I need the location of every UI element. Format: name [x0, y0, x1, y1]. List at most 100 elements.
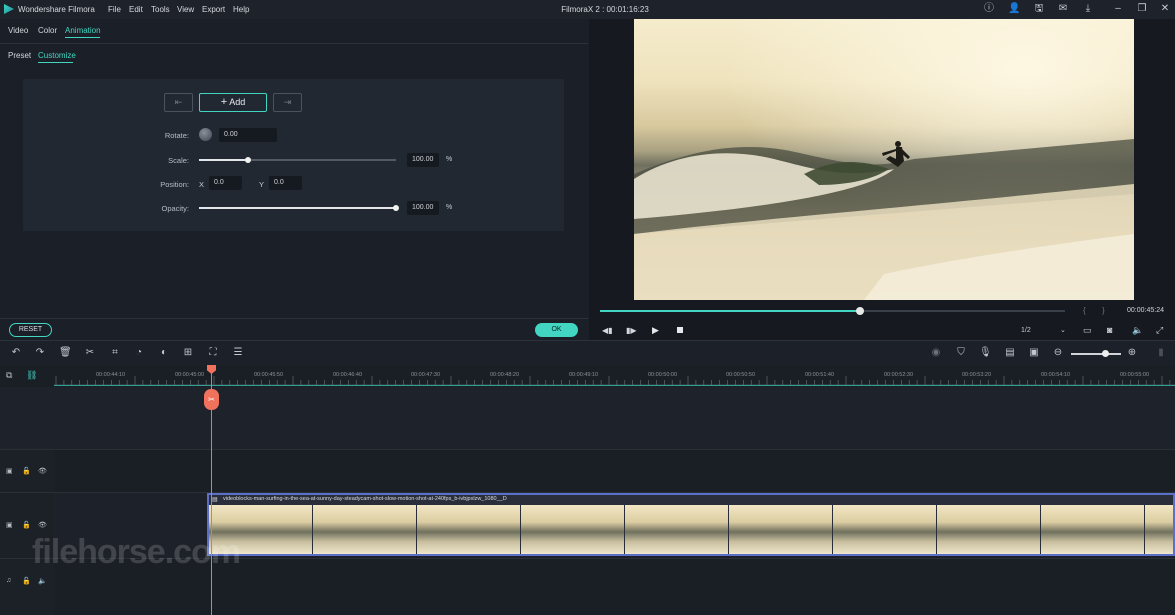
- fit-icon[interactable]: ⛶: [207, 347, 219, 359]
- link-icon[interactable]: ⛓: [26, 370, 37, 381]
- save-icon[interactable]: 🖫: [1033, 3, 1045, 15]
- subtab-customize[interactable]: Customize: [38, 51, 76, 60]
- speed-icon[interactable]: ◔: [133, 347, 145, 359]
- snapshot-icon[interactable]: ◙: [1107, 325, 1112, 335]
- fullscreen-icon[interactable]: ⤢: [1156, 325, 1163, 336]
- title-bar: Wondershare Filmora File Edit Tools View…: [0, 0, 1175, 19]
- render-icon[interactable]: ◉: [930, 347, 942, 359]
- menu-edit[interactable]: Edit: [129, 5, 143, 14]
- close-icon[interactable]: ✕: [1159, 3, 1171, 15]
- panel-toggle-icon[interactable]: ▮: [1155, 347, 1167, 359]
- ruler-label: 00:00:44:10: [96, 372, 126, 378]
- clip-thumbnail: [313, 505, 416, 554]
- menu-tools[interactable]: Tools: [151, 5, 170, 14]
- speaker-icon[interactable]: 🔈: [38, 577, 47, 585]
- subtab-preset[interactable]: Preset: [8, 51, 31, 60]
- app-name: Wondershare Filmora: [18, 5, 95, 14]
- voiceover-icon[interactable]: ▤: [1004, 347, 1016, 359]
- scale-slider-knob[interactable]: [245, 157, 251, 163]
- opacity-slider-knob[interactable]: [393, 205, 399, 211]
- tab-video[interactable]: Video: [8, 26, 28, 35]
- chevron-down-icon[interactable]: ⌄: [1060, 326, 1066, 334]
- minimize-icon[interactable]: –: [1112, 3, 1124, 15]
- play-icon[interactable]: ▶: [652, 325, 659, 336]
- lock-icon[interactable]: 🔓: [22, 577, 31, 585]
- audio-adjust-icon[interactable]: ☰: [232, 347, 244, 359]
- zoom-slider[interactable]: [1071, 353, 1121, 355]
- step-back-icon[interactable]: ◀▮: [602, 326, 613, 335]
- subtitle-icon[interactable]: ▣: [1028, 347, 1040, 359]
- menu-help[interactable]: Help: [233, 5, 249, 14]
- microphone-icon[interactable]: 🎙: [979, 347, 992, 359]
- rotate-dial-icon[interactable]: [199, 128, 212, 141]
- scale-unit: %: [446, 156, 453, 163]
- add-keyframe-button[interactable]: + Add: [199, 93, 267, 112]
- scale-label: Scale:: [168, 156, 189, 165]
- volume-icon[interactable]: 🔈: [1132, 325, 1143, 336]
- color-icon[interactable]: ◐: [158, 347, 170, 359]
- eye-icon[interactable]: 👁: [38, 521, 47, 529]
- animation-editor-panel: Video Color Animation Preset Customize ⇤…: [0, 19, 588, 340]
- next-keyframe-button[interactable]: ⇥: [273, 93, 302, 112]
- ok-button[interactable]: OK: [535, 323, 578, 337]
- download-icon[interactable]: ⤓: [1082, 3, 1094, 15]
- mark-in-bracket[interactable]: {: [1083, 306, 1086, 315]
- position-y-input[interactable]: 0.0: [269, 176, 302, 190]
- marker-icon[interactable]: ⛉: [955, 347, 967, 359]
- lock-icon[interactable]: 🔓: [22, 521, 31, 529]
- account-icon[interactable]: 👤: [1008, 3, 1020, 15]
- info-icon[interactable]: ⓘ: [983, 3, 995, 15]
- timeline-toolbar: [0, 340, 1175, 365]
- step-forward-icon[interactable]: ▮▶: [626, 326, 637, 335]
- cut-icon[interactable]: ✂: [84, 347, 96, 359]
- ruler-label: 00:00:54:10: [1041, 372, 1071, 378]
- video-track-2[interactable]: [54, 449, 1175, 492]
- quality-select[interactable]: 1/2: [1021, 327, 1031, 334]
- menu-file[interactable]: File: [108, 5, 121, 14]
- lock-icon[interactable]: 🔓: [22, 467, 31, 475]
- delete-icon[interactable]: 🗑: [59, 347, 72, 359]
- filmora-logo-icon: [4, 4, 14, 14]
- zoom-slider-knob[interactable]: [1102, 350, 1109, 357]
- timeline-ruler[interactable]: [54, 365, 1175, 385]
- menu-export[interactable]: Export: [202, 5, 225, 14]
- clip-thumbnail: [625, 505, 728, 554]
- prev-keyframe-button[interactable]: ⇤: [164, 93, 193, 112]
- mail-icon[interactable]: ✉: [1057, 3, 1069, 15]
- maximize-icon[interactable]: ❐: [1136, 3, 1148, 15]
- eye-icon[interactable]: 👁: [38, 467, 47, 475]
- zoom-out-icon[interactable]: ⊖: [1052, 347, 1064, 359]
- redo-icon[interactable]: ↷: [34, 347, 46, 359]
- surf-scene-image: [634, 19, 1134, 300]
- zoom-in-icon[interactable]: ⊕: [1126, 347, 1138, 359]
- undo-icon[interactable]: ↶: [10, 347, 22, 359]
- video-clip[interactable]: videoblocks-man-surfing-in-the-sea-at-su…: [207, 493, 1175, 556]
- split-scissors-icon[interactable]: ✂: [204, 389, 219, 410]
- ruler-label: 00:00:49:10: [569, 372, 599, 378]
- watermark: filehorse.com: [32, 533, 241, 571]
- add-track-icon[interactable]: ⧉: [6, 370, 12, 381]
- opacity-unit: %: [446, 204, 453, 211]
- tab-color[interactable]: Color: [38, 26, 57, 35]
- opacity-input[interactable]: 100.00: [407, 201, 439, 215]
- reset-button[interactable]: RESET: [9, 323, 52, 337]
- opacity-label: Opacity:: [161, 204, 189, 213]
- mark-out-bracket[interactable]: }: [1102, 306, 1105, 315]
- position-x-input[interactable]: 0.0: [209, 176, 242, 190]
- preview-progress-knob[interactable]: [856, 307, 864, 315]
- menu-view[interactable]: View: [177, 5, 194, 14]
- scale-input[interactable]: 100.00: [407, 153, 439, 167]
- tabs-divider: [0, 43, 588, 44]
- display-icon[interactable]: ▭: [1083, 325, 1092, 336]
- tab-animation[interactable]: Animation: [65, 26, 101, 35]
- stop-icon[interactable]: [677, 327, 683, 333]
- video-preview[interactable]: [634, 19, 1134, 300]
- ruler-label: 00:00:48:20: [490, 372, 520, 378]
- ruler-label: 00:00:51:40: [805, 372, 835, 378]
- rotate-input[interactable]: 0.00: [219, 128, 277, 142]
- project-title: FilmoraX 2 : 00:01:16:23: [561, 5, 649, 14]
- split-screen-icon[interactable]: ⊞: [182, 347, 194, 359]
- ruler-ticks: [55, 376, 1171, 385]
- position-label: Position:: [160, 180, 189, 189]
- crop-icon[interactable]: ⌗: [109, 347, 121, 359]
